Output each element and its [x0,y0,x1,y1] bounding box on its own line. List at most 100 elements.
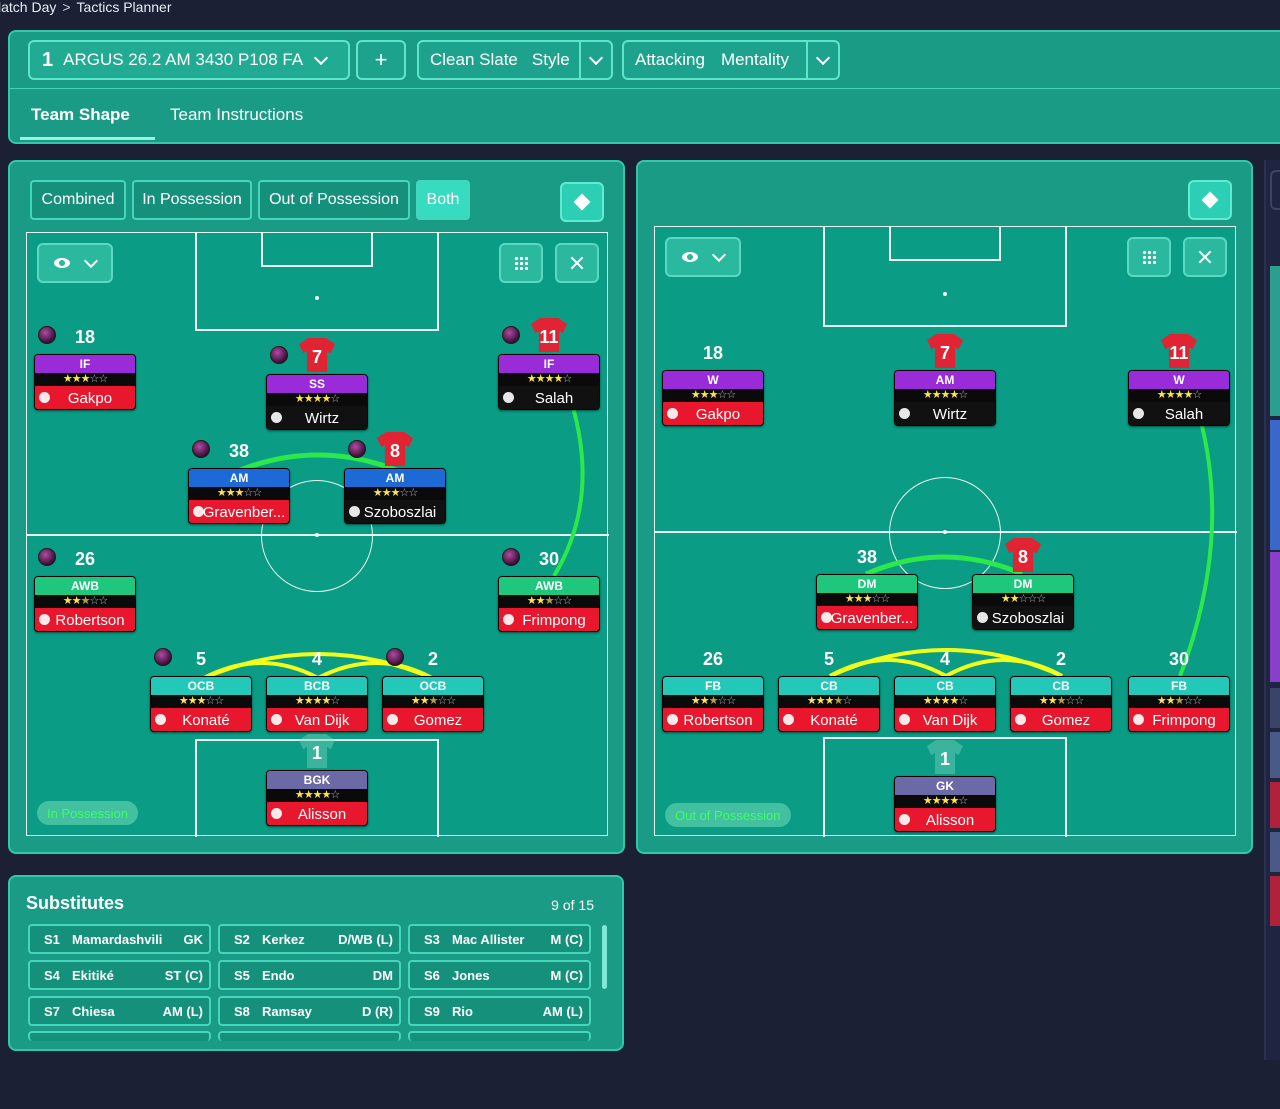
shirt-number: 8 [1017,546,1028,567]
player-status-icon [899,408,910,419]
player-name-text: Gravenber... [830,609,914,627]
substitutes-scrollbar[interactable] [602,925,607,989]
player-name: Van Dijk [267,708,367,731]
sub-slot: S8 [234,1004,250,1019]
player-name-text: Wirtz [932,405,968,423]
player-status-icon [503,392,514,403]
player-card[interactable]: AM ★ ★ ★ ★ ☆ Wirtz [894,370,996,426]
player-name-text: Robertson [55,611,125,629]
player-status-icon [349,506,360,517]
player-card[interactable]: CB ★ ★ ★ ★ ☆ Van Dijk [894,676,996,732]
role-rating-stars: ★ ★ ★ ☆ ☆ [151,695,251,708]
sub-position: M (C) [550,932,584,947]
player-role: AWB [35,577,135,595]
player-card[interactable]: IF ★ ★ ★ ★ ☆ Salah [498,354,600,410]
player-name-text: Gakpo [67,389,113,407]
shirt-number: 1 [939,748,950,769]
shirt-number: 30 [538,548,560,569]
role-rating-stars: ★ ★ ★ ★ ☆ [895,795,995,808]
player-status-icon [1015,714,1026,725]
substitute-row[interactable]: S6 Jones M (C) [408,960,591,990]
shirt-number: 2 [1055,648,1066,669]
player-card[interactable]: AWB ★ ★ ★ ☆ ☆ Robertson [34,576,136,632]
side-panel-edge [1264,160,1280,1060]
sub-slot: S6 [424,968,440,983]
shirt-number: 5 [195,648,206,669]
role-rating-stars: ★ ★ ★ ☆ ☆ [35,373,135,386]
player-card[interactable]: CB ★ ★ ★ ☆ ☆ Gomez [1010,676,1112,732]
shirt-number: 26 [702,648,724,669]
shirt-number: 18 [74,326,96,347]
sub-name: Chiesa [72,1004,115,1019]
substitute-row-partial [28,1031,211,1041]
player-card[interactable]: AM ★ ★ ★ ☆ ☆ Gravenber... [188,468,290,524]
sub-slot: S3 [424,932,440,947]
player-role: CB [895,677,995,695]
player-name: Frimpong [1129,708,1229,731]
player-role: IF [35,355,135,373]
player-card[interactable]: FB ★ ★ ★ ☆ ☆ Robertson [662,676,764,732]
player-status-icon [503,614,514,625]
player-status-icon [39,614,50,625]
player-card[interactable]: DM ★ ★ ★ ☆ ☆ Gravenber... [816,574,918,630]
player-role: DM [973,575,1073,593]
sub-name: Endo [262,968,295,983]
player-name-text: Van Dijk [294,711,350,729]
player-card[interactable]: GK ★ ★ ★ ★ ☆ Alisson [894,776,996,832]
role-rating-stars: ★ ★ ★ ☆ ☆ [383,695,483,708]
shirt-number: 30 [1168,648,1190,669]
morale-orb-icon [38,548,56,566]
player-card[interactable]: AM ★ ★ ★ ☆ ☆ Szoboszlai [344,468,446,524]
player-name: Gomez [383,708,483,731]
sub-name: Ramsay [262,1004,312,1019]
player-card[interactable]: W ★ ★ ★ ☆ ☆ Gakpo [662,370,764,426]
player-status-icon [387,714,398,725]
shirt-number: 4 [939,648,950,669]
player-name-text: Salah [1164,405,1204,423]
player-status-icon [899,714,910,725]
player-role: AM [895,371,995,389]
player-card[interactable]: BCB ★ ★ ★ ★ ☆ Van Dijk [266,676,368,732]
player-card[interactable]: FB ★ ★ ★ ☆ ☆ Frimpong [1128,676,1230,732]
player-status-icon [667,714,678,725]
player-card[interactable]: IF ★ ★ ★ ☆ ☆ Gakpo [34,354,136,410]
substitute-row[interactable]: S2 Kerkez D/WB (L) [218,924,401,954]
player-card[interactable]: AWB ★ ★ ★ ☆ ☆ Frimpong [498,576,600,632]
sub-position: AM (L) [162,1004,203,1019]
player-name: Szoboszlai [973,606,1073,629]
substitute-row[interactable]: S5 Endo DM [218,960,401,990]
sub-slot: S7 [44,1004,60,1019]
shirt-number: 11 [1169,342,1189,363]
role-rating-stars: ★ ★ ★ ☆ ☆ [1129,695,1229,708]
player-role: OCB [151,677,251,695]
sub-position: D/WB (L) [338,932,393,947]
role-rating-stars: ★ ★ ★ ☆ ☆ [499,595,599,608]
player-name-text: Robertson [683,711,753,729]
player-status-icon [155,714,166,725]
player-name: Konaté [779,708,879,731]
player-card[interactable]: DM ★ ★ ☆ ☆ ☆ Szoboszlai [972,574,1074,630]
player-role: OCB [383,677,483,695]
player-role: BGK [267,771,367,789]
player-name: Salah [499,386,599,409]
player-card[interactable]: BGK ★ ★ ★ ★ ☆ Alisson [266,770,368,826]
shirt-number: 5 [823,648,834,669]
substitute-row[interactable]: S4 Ekitiké ST (C) [28,960,211,990]
player-name: Alisson [895,808,995,831]
substitute-row[interactable]: S3 Mac Allister M (C) [408,924,591,954]
substitute-row[interactable]: S8 Ramsay D (R) [218,996,401,1026]
player-card[interactable]: W ★ ★ ★ ★ ☆ Salah [1128,370,1230,426]
player-card[interactable]: OCB ★ ★ ★ ☆ ☆ Gomez [382,676,484,732]
substitute-row[interactable]: S7 Chiesa AM (L) [28,996,211,1026]
substitute-row[interactable]: S9 Rio AM (L) [408,996,591,1026]
player-card[interactable]: CB ★ ★ ★ ★ ☆ Konaté [778,676,880,732]
link-line [945,658,1063,678]
player-role: GK [895,777,995,795]
sub-name: Rio [452,1004,473,1019]
player-card[interactable]: SS ★ ★ ★ ★ ☆ Wirtz [266,374,368,430]
morale-orb-icon [38,326,56,344]
player-role: FB [663,677,763,695]
player-card[interactable]: OCB ★ ★ ★ ☆ ☆ Konaté [150,676,252,732]
role-rating-stars: ★ ★ ★ ★ ☆ [779,695,879,708]
substitute-row[interactable]: S1 Mamardashvili GK [28,924,211,954]
